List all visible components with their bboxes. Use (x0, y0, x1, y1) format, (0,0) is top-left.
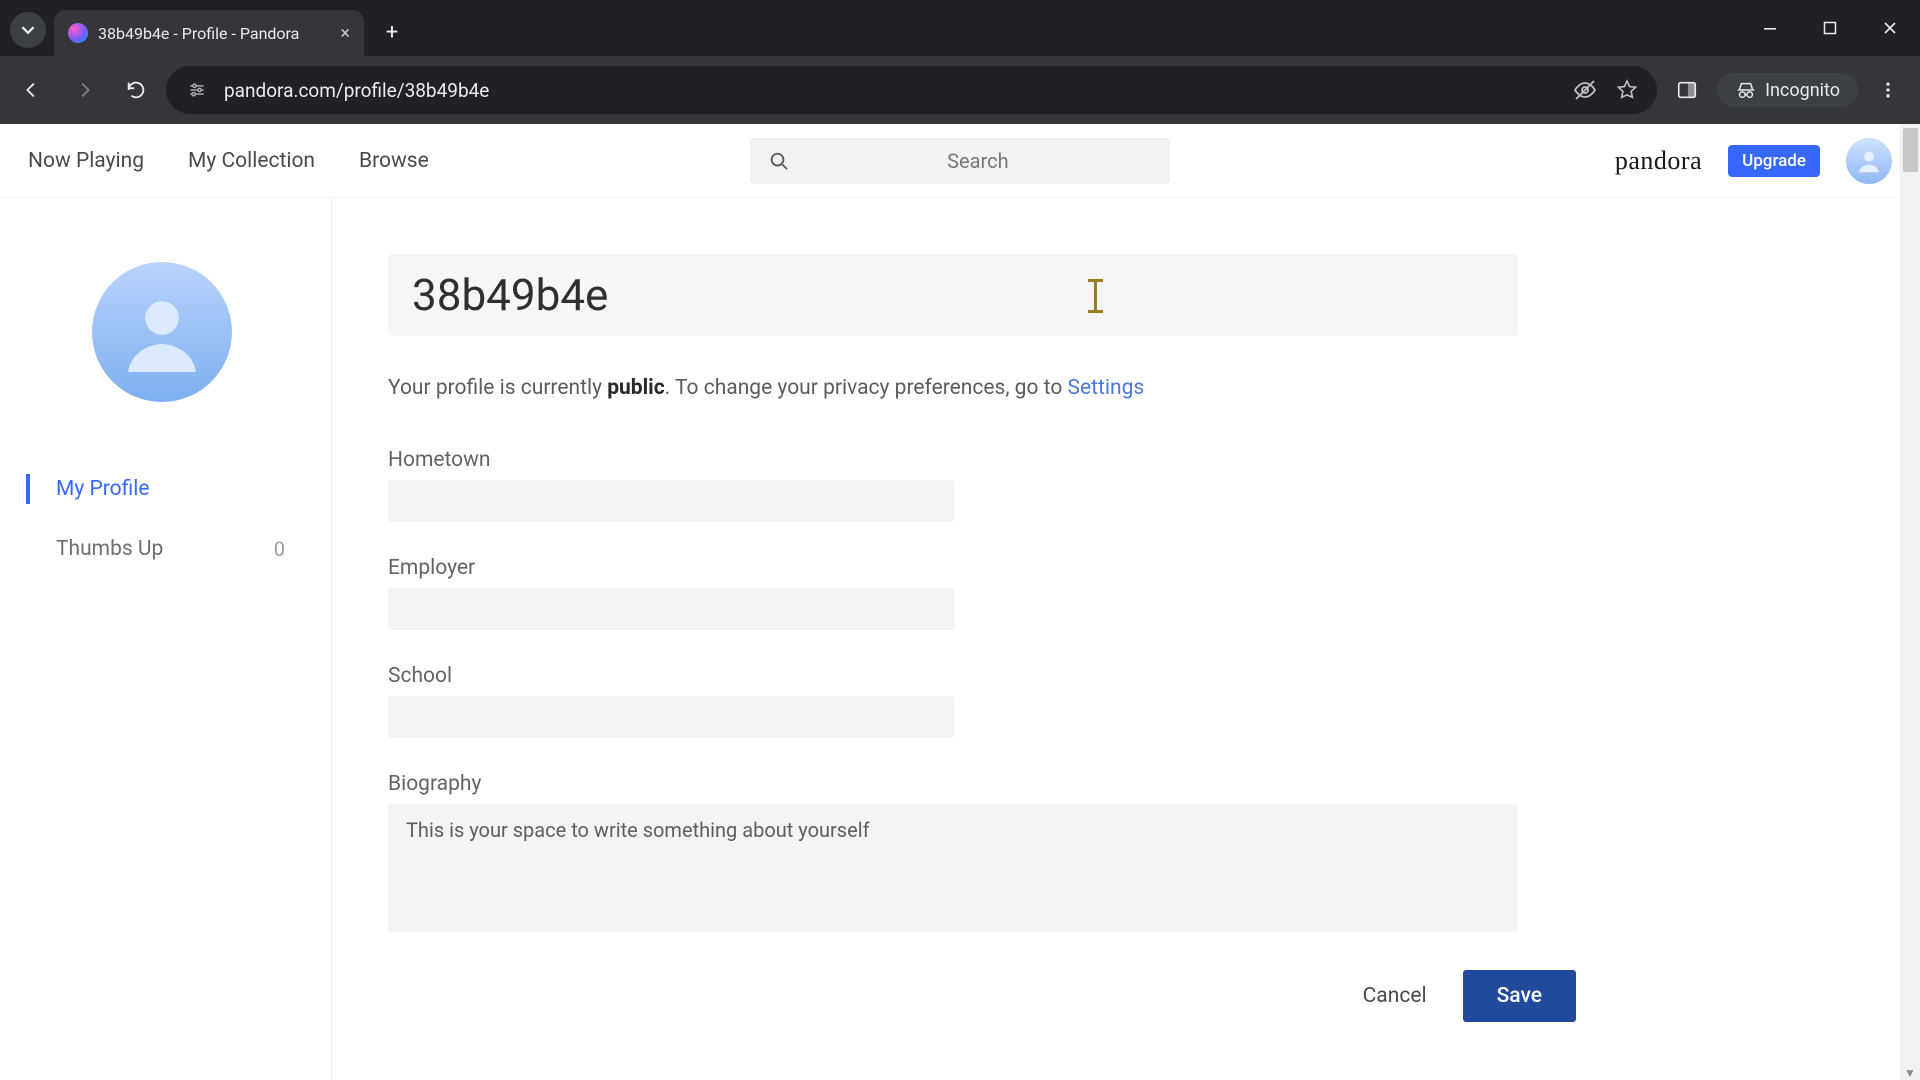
privacy-status-line: Your profile is currently public. To cha… (388, 376, 1856, 400)
form-actions: Cancel Save (388, 970, 1576, 1022)
sidebar-item-my-profile[interactable]: My Profile (26, 474, 331, 504)
incognito-icon (1735, 79, 1757, 101)
new-tab-button[interactable]: + (374, 14, 410, 50)
side-panel-button[interactable] (1665, 68, 1709, 112)
privacy-prefix: Your profile is currently (388, 376, 607, 400)
nav-reload-button[interactable] (114, 68, 158, 112)
site-info-button[interactable] (184, 77, 210, 103)
sidebar-item-count: 0 (274, 537, 285, 561)
arrow-right-icon (73, 79, 95, 101)
kebab-icon (1878, 80, 1898, 100)
profile-avatar[interactable] (92, 262, 232, 402)
hometown-label: Hometown (388, 448, 1856, 472)
school-input[interactable] (388, 696, 954, 738)
bookmark-star-button[interactable] (1615, 78, 1639, 102)
field-hometown: Hometown (388, 448, 1856, 522)
incognito-indicator[interactable]: Incognito (1717, 73, 1858, 107)
incognito-label: Incognito (1765, 80, 1840, 101)
tab-close-icon[interactable]: × (340, 23, 350, 44)
scrollbar-down[interactable]: ▼ (1903, 1066, 1917, 1080)
tab-title: 38b49b4e - Profile - Pandora (98, 24, 330, 43)
display-name-field[interactable] (388, 254, 1518, 336)
browser-toolbar: Incognito (0, 56, 1920, 124)
search-input[interactable] (804, 149, 1152, 173)
field-biography: Biography (388, 772, 1856, 936)
employer-input[interactable] (388, 588, 954, 630)
header-right: pandora Upgrade (1615, 138, 1892, 184)
privacy-status: public (607, 376, 664, 400)
browser-chrome: 38b49b4e - Profile - Pandora × + In (0, 0, 1920, 124)
browser-tab[interactable]: 38b49b4e - Profile - Pandora × (54, 10, 364, 56)
browser-menu-button[interactable] (1866, 68, 1910, 112)
nav-my-collection[interactable]: My Collection (188, 149, 315, 173)
reload-icon (125, 79, 147, 101)
tab-search-button[interactable] (10, 12, 46, 48)
eye-off-icon[interactable] (1573, 78, 1597, 102)
tab-strip: 38b49b4e - Profile - Pandora × + (0, 0, 1920, 56)
sidebar-items: My Profile Thumbs Up 0 (56, 474, 331, 564)
sidebar-item-label: Thumbs Up (56, 537, 163, 561)
biography-label: Biography (388, 772, 1856, 796)
text-cursor-icon (1094, 276, 1098, 316)
save-button[interactable]: Save (1463, 970, 1576, 1022)
panel-icon (1676, 79, 1698, 101)
brand-logo[interactable]: pandora (1615, 146, 1702, 176)
nav-browse[interactable]: Browse (359, 149, 429, 173)
search-box[interactable] (750, 138, 1170, 184)
profile-main: Your profile is currently public. To cha… (332, 198, 1920, 1080)
chevron-down-icon (21, 23, 35, 37)
sidebar-item-thumbs-up[interactable]: Thumbs Up 0 (56, 534, 331, 564)
arrow-left-icon (21, 79, 43, 101)
scrollbar-thumb[interactable] (1903, 128, 1918, 172)
search-icon (768, 149, 790, 173)
nav-now-playing[interactable]: Now Playing (28, 149, 144, 173)
settings-link[interactable]: Settings (1068, 376, 1145, 400)
field-school: School (388, 664, 1856, 738)
address-bar-actions (1563, 78, 1639, 102)
nav-forward-button[interactable] (62, 68, 106, 112)
url-input[interactable] (224, 79, 1549, 102)
person-icon (114, 284, 210, 380)
school-label: School (388, 664, 1856, 688)
content: My Profile Thumbs Up 0 Your profile is c… (0, 198, 1920, 1080)
person-icon (1854, 146, 1884, 176)
window-controls (1740, 0, 1920, 56)
field-employer: Employer (388, 556, 1856, 630)
hometown-input[interactable] (388, 480, 954, 522)
window-maximize-button[interactable] (1800, 0, 1860, 56)
site-header: Now Playing My Collection Browse pandora… (0, 124, 1920, 198)
cancel-button[interactable]: Cancel (1363, 984, 1427, 1008)
display-name-input[interactable] (412, 269, 1494, 321)
biography-input[interactable] (388, 804, 1518, 932)
minimize-icon (1763, 21, 1777, 35)
window-close-button[interactable] (1860, 0, 1920, 56)
employer-label: Employer (388, 556, 1856, 580)
window-minimize-button[interactable] (1740, 0, 1800, 56)
tab-favicon (68, 23, 88, 43)
primary-nav: Now Playing My Collection Browse (28, 149, 429, 173)
sidebar-item-label: My Profile (56, 477, 150, 501)
privacy-middle: . To change your privacy preferences, go… (665, 376, 1068, 400)
close-icon (1883, 21, 1897, 35)
nav-back-button[interactable] (10, 68, 54, 112)
profile-sidebar: My Profile Thumbs Up 0 (0, 198, 332, 1080)
account-avatar-button[interactable] (1846, 138, 1892, 184)
upgrade-button[interactable]: Upgrade (1728, 145, 1820, 177)
maximize-icon (1823, 21, 1837, 35)
address-bar[interactable] (166, 66, 1657, 114)
tune-icon (187, 80, 207, 100)
page: ▲ ▼ Now Playing My Collection Browse pan… (0, 124, 1920, 1080)
